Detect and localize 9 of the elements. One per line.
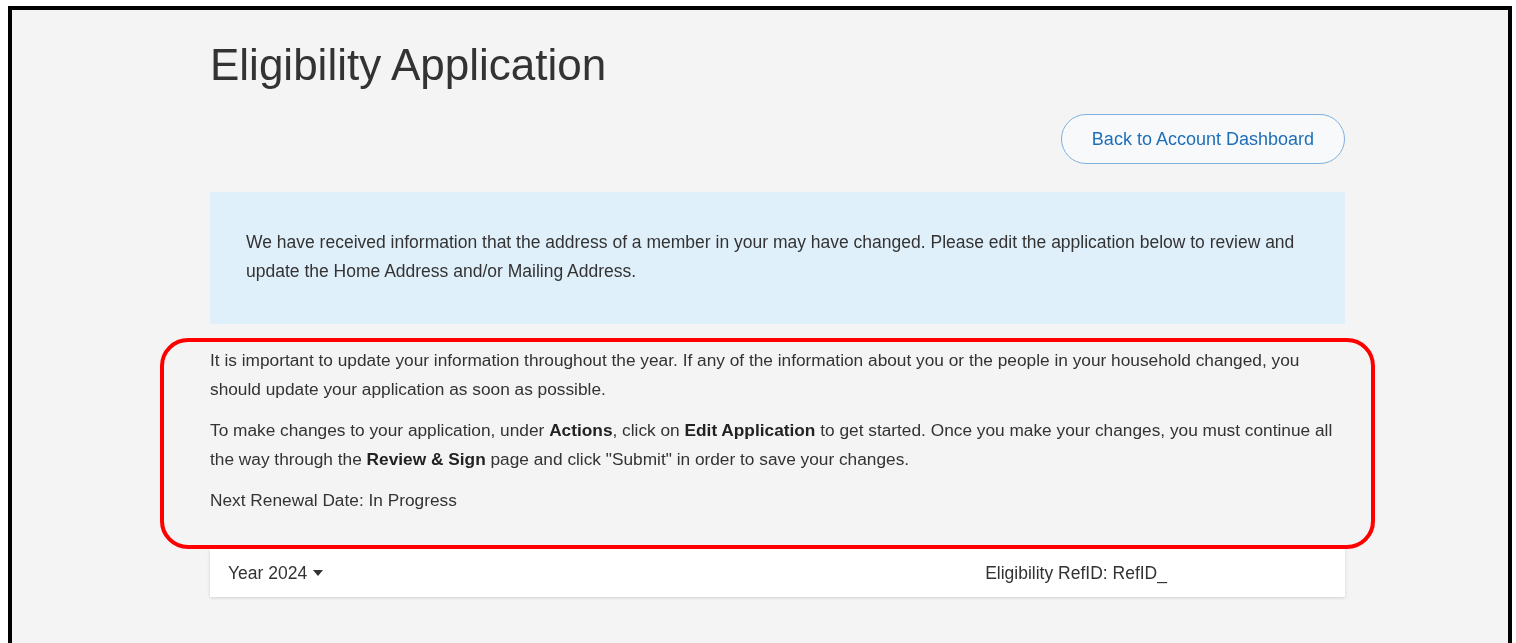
info-banner: We have received information that the address of a member in your may have changed. Please edit the application below to review and update the Home Address and/or Mailing Address.	[210, 192, 1345, 324]
caret-icon	[313, 570, 324, 576]
page-title: Eligibility Application	[210, 40, 607, 90]
notice-text: To make changes to your application, under Actions, click on Edit Application to get started. Once you make your changes, you must continue all the way through the Review & Sign page and click "Submit" in order to save your changes.	[210, 419, 1334, 471]
notice-text: Next Renewal Date: In Progress	[210, 489, 458, 512]
notice-text: It is important to update your information throughout the year. If any of the information about you or the people in your household changed, you should update your application as soon as possible.	[210, 349, 1301, 401]
ref-id-text: Eligibility RefID: RefID_	[985, 562, 1167, 584]
back-button[interactable]: Back to Account Dashboard	[1060, 114, 1345, 164]
year-dropdown[interactable]: Year 2024	[228, 562, 324, 584]
